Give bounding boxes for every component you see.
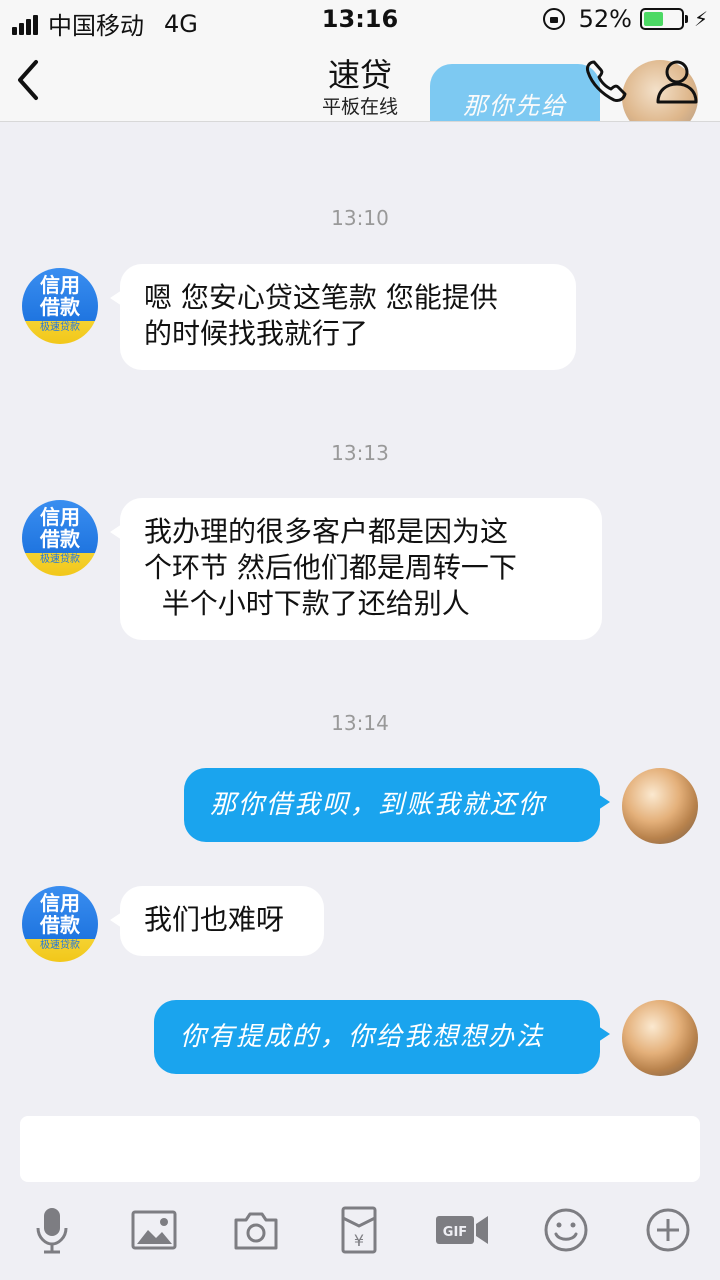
incoming-message[interactable]: 我办理的很多客户都是因为这 个环节 然后他们都是周转一下 半个小时下款了还给别人 (110, 498, 602, 640)
timestamp: 13:10 (331, 206, 389, 230)
image-icon[interactable] (128, 1204, 180, 1256)
user-avatar[interactable] (622, 1000, 698, 1076)
message-line: 我办理的很多客户都是因为这 (144, 515, 509, 548)
svg-text:GIF: GIF (443, 1225, 467, 1240)
message-line: 个环节 然后他们都是周转一下 (144, 551, 517, 584)
camera-icon[interactable] (230, 1204, 282, 1256)
plus-icon[interactable] (642, 1204, 694, 1256)
svg-text:¥: ¥ (354, 1231, 364, 1250)
message-text: 你有提成的，你给我想想办法 (180, 1022, 545, 1052)
red-packet-icon[interactable]: ¥ (333, 1204, 385, 1256)
avatar-caption: 极速贷款 (40, 322, 80, 333)
outgoing-message[interactable]: 那你借我呗，到账我就还你 (184, 768, 610, 842)
phone-icon[interactable] (580, 54, 634, 108)
timestamp: 13:14 (331, 711, 389, 735)
message-text: 那你借我呗，到账我就还你 (210, 790, 547, 820)
status-bar: 中国移动 4G 13:16 52% ⚡ (0, 0, 720, 40)
outgoing-message[interactable]: 你有提成的，你给我想想办法 (154, 1000, 610, 1074)
avatar-text: 借款 (40, 527, 80, 551)
avatar-text: 信用 (40, 273, 80, 297)
charging-icon: ⚡ (693, 7, 708, 31)
input-area: ¥ GIF (0, 1100, 720, 1280)
rotation-lock-icon (542, 8, 565, 30)
avatar-caption: 极速贷款 (40, 554, 80, 565)
emoji-icon[interactable] (540, 1204, 592, 1256)
user-avatar[interactable] (622, 768, 698, 844)
incoming-message[interactable]: 嗯 您安心贷这笔款 您能提供 的时候找我就行了 (110, 264, 576, 370)
message-line: 我们也难呀 (144, 903, 285, 936)
battery-icon (639, 8, 688, 30)
battery-percent: 52% (578, 5, 632, 33)
contact-avatar[interactable]: 信用 借款 极速贷款 (22, 886, 98, 962)
message-line: 半个小时下款了还给别人 (144, 587, 470, 620)
message-line: 嗯 您安心贷这笔款 您能提供 (144, 281, 498, 314)
avatar-text: 信用 (40, 891, 80, 915)
contact-avatar[interactable]: 信用 借款 极速贷款 (22, 500, 98, 576)
mic-icon[interactable] (26, 1204, 78, 1256)
message-input[interactable] (20, 1116, 700, 1182)
gif-icon[interactable]: GIF (434, 1204, 490, 1256)
message-line: 的时候找我就行了 (144, 317, 369, 350)
profile-icon[interactable] (650, 54, 704, 108)
avatar-text: 信用 (40, 505, 80, 529)
input-toolbar: ¥ GIF (0, 1204, 720, 1264)
contact-avatar[interactable]: 信用 借款 极速贷款 (22, 268, 98, 344)
avatar-caption: 极速贷款 (40, 940, 80, 951)
avatar-text: 借款 (40, 295, 80, 319)
incoming-message[interactable]: 我们也难呀 (110, 886, 324, 956)
avatar-text: 借款 (40, 913, 80, 937)
nav-bar: 那你先给 速贷 平板在线 (0, 40, 720, 122)
timestamp: 13:13 (331, 441, 389, 465)
